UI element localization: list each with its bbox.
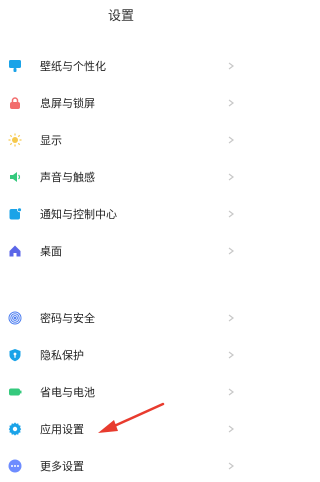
settings-item-lockscreen[interactable]: 息屏与锁屏: [0, 84, 242, 121]
settings-item-label: 省电与电池: [40, 385, 95, 399]
brightness-icon: [8, 133, 22, 146]
settings-item-label: 通知与控制中心: [40, 207, 117, 221]
gear-icon: [8, 421, 22, 436]
settings-item-display[interactable]: 显示: [0, 121, 242, 158]
chevron-right-icon: [228, 62, 234, 69]
settings-item-sound[interactable]: 声音与触感: [0, 158, 242, 195]
settings-item-label: 壁纸与个性化: [40, 59, 106, 73]
settings-item-wallpaper[interactable]: 壁纸与个性化: [0, 47, 242, 84]
settings-item-password-security[interactable]: 密码与安全: [0, 299, 242, 336]
page-title: 设置: [107, 9, 134, 24]
settings-item-label: 显示: [40, 133, 62, 147]
speaker-icon: [10, 171, 21, 182]
chevron-right-icon: [228, 173, 234, 180]
settings-item-notifications[interactable]: 通知与控制中心: [0, 195, 242, 232]
battery-icon: [9, 388, 22, 395]
settings-item-label: 息屏与锁屏: [40, 96, 95, 110]
settings-page: 设置 壁纸与个性化 息屏与锁屏 显示 声音与触感 通知与控制中心 桌面 密码与安…: [0, 0, 242, 482]
settings-item-label: 应用设置: [40, 422, 84, 436]
chevron-right-icon: [228, 136, 234, 143]
settings-item-label: 更多设置: [40, 459, 84, 473]
settings-item-label: 桌面: [40, 244, 62, 258]
wallpaper-icon: [9, 59, 21, 72]
chevron-right-icon: [228, 462, 234, 469]
settings-item-label: 声音与触感: [40, 170, 95, 184]
chevron-right-icon: [228, 210, 234, 217]
chevron-right-icon: [228, 314, 234, 321]
lock-icon: [10, 96, 20, 109]
chevron-right-icon: [228, 425, 234, 432]
settings-item-desktop[interactable]: 桌面: [0, 232, 242, 269]
settings-item-battery[interactable]: 省电与电池: [0, 373, 242, 410]
settings-item-app-settings[interactable]: 应用设置: [0, 410, 242, 447]
chevron-right-icon: [228, 388, 234, 395]
chevron-right-icon: [228, 247, 234, 254]
settings-item-more[interactable]: 更多设置: [0, 447, 242, 482]
chevron-right-icon: [228, 351, 234, 358]
notification-icon: [9, 206, 22, 219]
home-icon: [9, 245, 21, 256]
settings-item-label: 隐私保护: [40, 348, 84, 362]
more-icon: [8, 459, 22, 472]
settings-item-label: 密码与安全: [40, 311, 95, 325]
privacy-icon: [9, 348, 21, 361]
chevron-right-icon: [228, 99, 234, 106]
settings-item-privacy[interactable]: 隐私保护: [0, 336, 242, 373]
fingerprint-icon: [8, 311, 22, 324]
